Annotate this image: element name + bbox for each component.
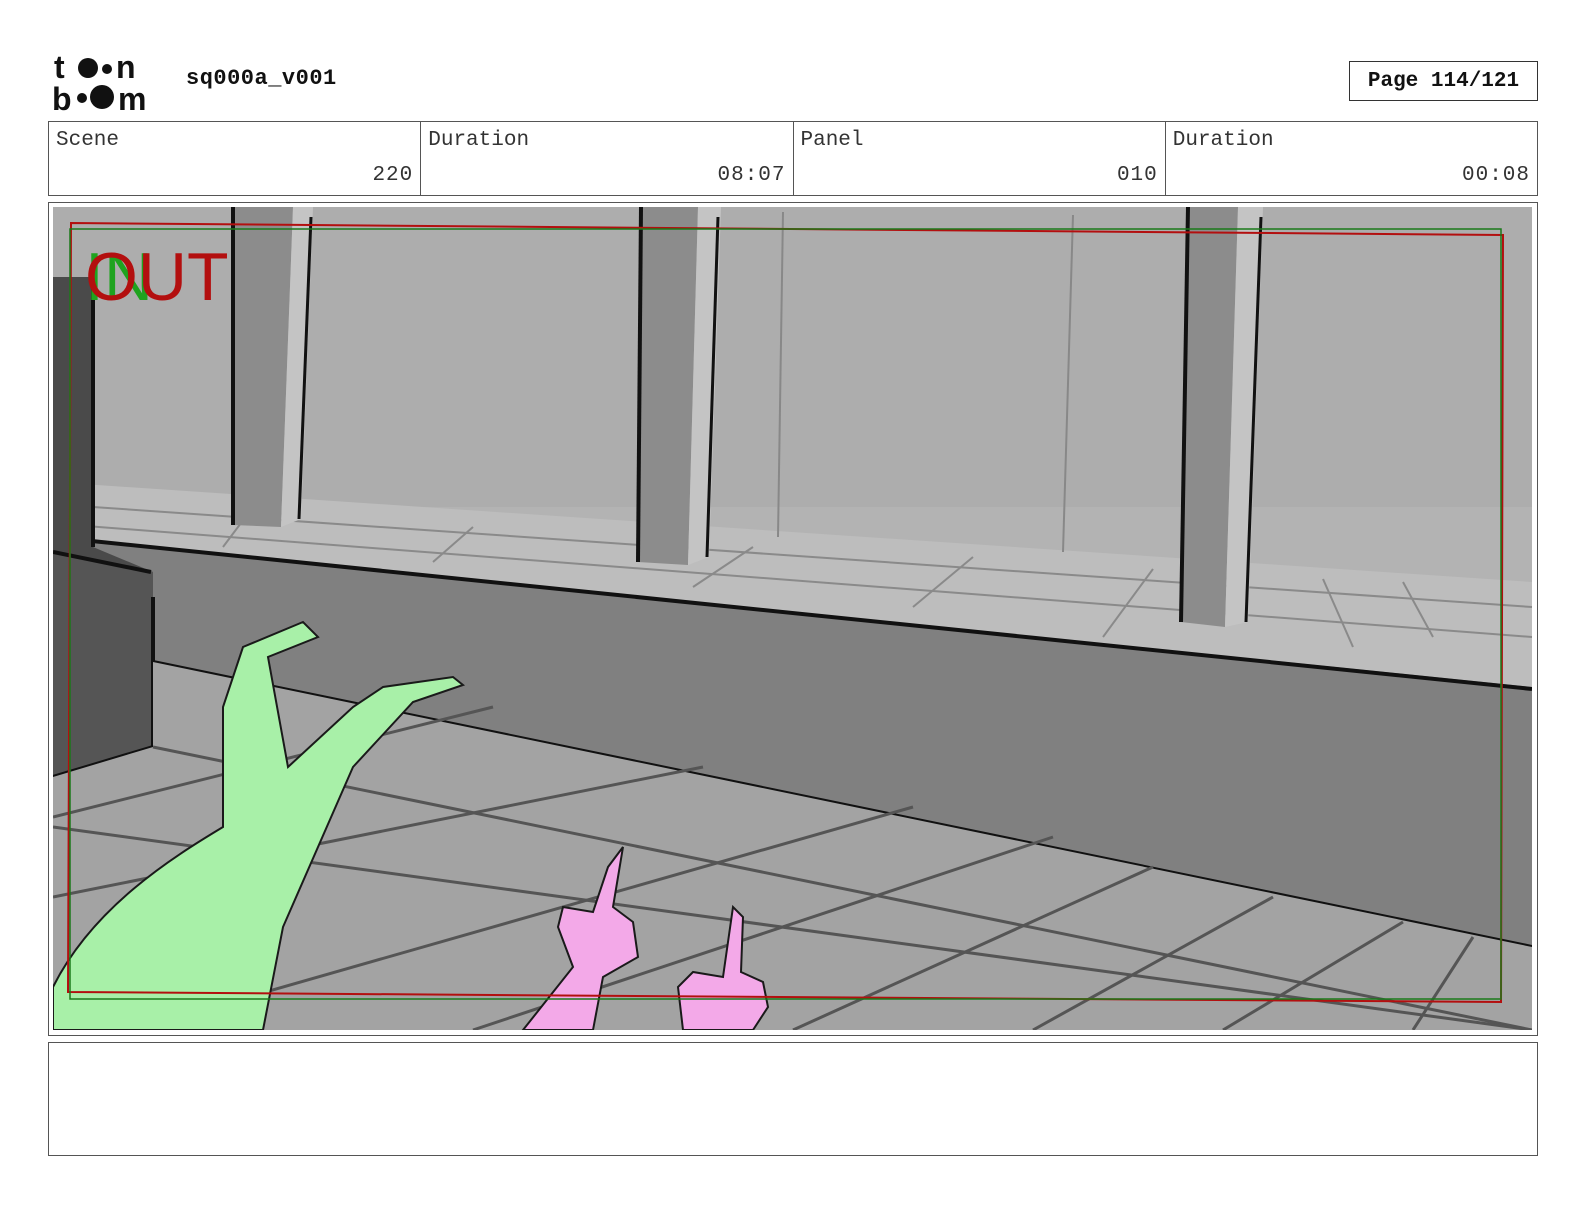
svg-text:b: b [52, 81, 72, 112]
out-frame-label: OUT [85, 239, 229, 315]
safe-frame-labels: IN OUT [85, 243, 305, 323]
svg-text:t: t [54, 50, 65, 85]
scene-duration-value: 08:07 [717, 164, 786, 187]
panel-value: 010 [1116, 164, 1158, 187]
panel-drawing [53, 207, 1532, 1030]
scene-duration-cell: Duration 08:07 [421, 122, 794, 195]
svg-text:m: m [118, 81, 146, 112]
page-indicator: Page 114/121 [1349, 61, 1538, 101]
svg-text:n: n [116, 50, 136, 85]
panel-duration-value: 00:08 [1461, 164, 1530, 187]
panel-notes [48, 1042, 1538, 1156]
scene-value: 220 [372, 164, 414, 187]
storyboard-panel: IN OUT [48, 202, 1538, 1036]
panel-cell: Panel 010 [794, 122, 1166, 195]
scene-label: Scene [56, 129, 120, 152]
panel-label: Panel [800, 129, 864, 152]
project-name: sq000a_v001 [186, 66, 337, 91]
panel-duration-label: Duration [1172, 129, 1274, 152]
scene-info-row: Scene 220 Duration 08:07 Panel 010 Durat… [48, 121, 1538, 196]
panel-duration-cell: Duration 00:08 [1166, 122, 1537, 195]
toon-boom-logo: toon t n b m [52, 50, 146, 112]
scene-duration-label: Duration [428, 129, 530, 152]
scene-cell: Scene 220 [49, 122, 422, 195]
